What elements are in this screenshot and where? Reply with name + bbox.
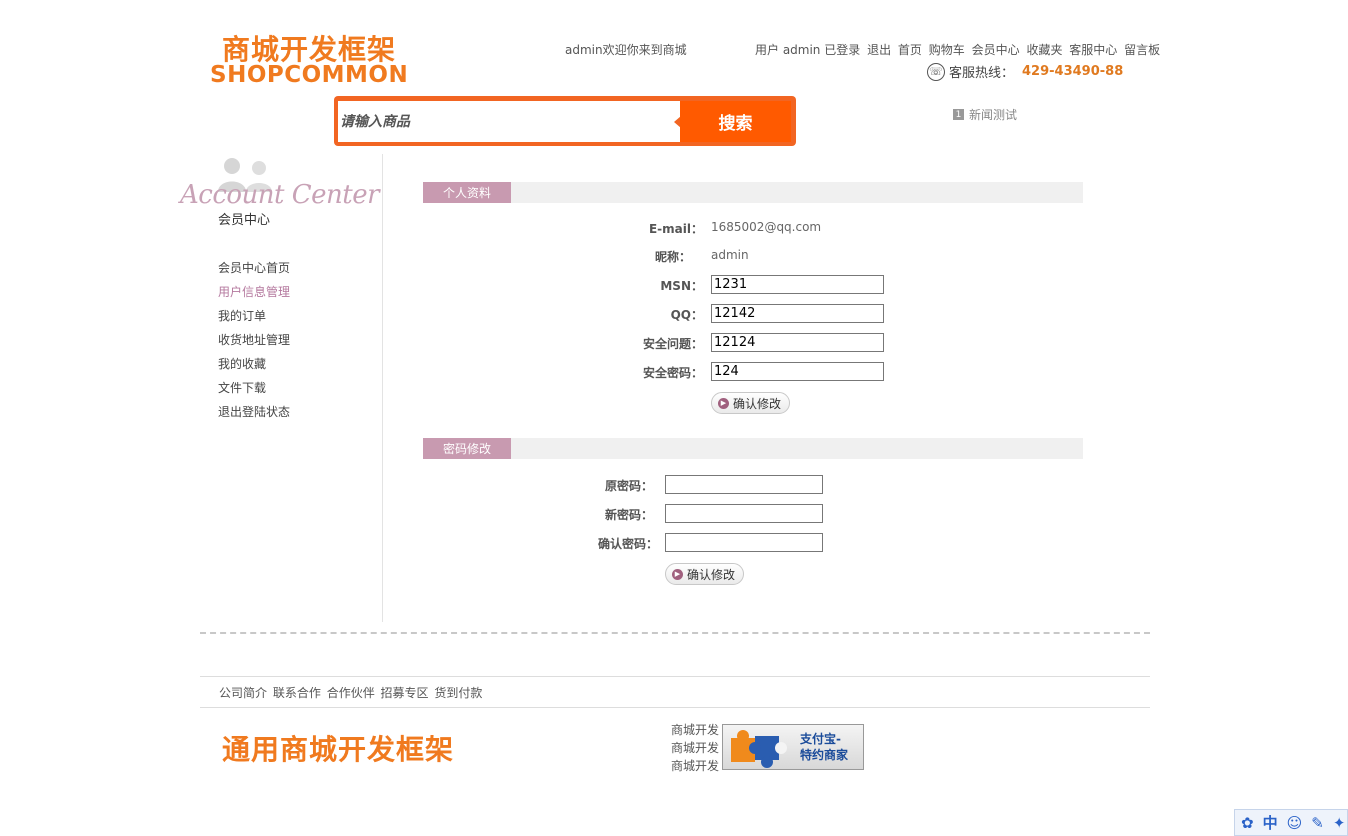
footer-link-partners[interactable]: 合作伙伴: [327, 686, 375, 700]
news-number-badge: 1: [953, 109, 964, 120]
password-submit-label: 确认修改: [687, 567, 736, 582]
qq-label: QQ：: [670, 308, 703, 322]
password-submit-button[interactable]: ▶ 确认修改: [665, 563, 745, 585]
security-question-label: 安全问题：: [642, 337, 703, 351]
sidebar-item-orders[interactable]: 我的订单: [218, 308, 290, 332]
welcome-text: admin欢迎你来到商城: [565, 43, 687, 57]
footer-link-contact[interactable]: 联系合作: [273, 686, 321, 700]
smiley-icon[interactable]: ☺: [1287, 814, 1303, 832]
hotline-number: 429-43490-88: [1022, 64, 1124, 79]
profile-section-bar: [423, 182, 1083, 203]
account-center-title-en: Account Center: [180, 180, 380, 210]
puzzle-icon: [731, 730, 787, 768]
nav-logout[interactable]: 退出: [867, 43, 891, 57]
news-item[interactable]: 1 新闻测试: [953, 106, 1017, 123]
footer-side-line: 商城开发: [671, 741, 720, 755]
footer-divider-top: [200, 676, 1150, 677]
news-text[interactable]: 新闻测试: [969, 106, 1017, 123]
security-answer-input[interactable]: [711, 362, 884, 381]
footer-link-about[interactable]: 公司简介: [219, 686, 267, 700]
nav-favorites[interactable]: 收藏夹: [1026, 43, 1062, 57]
confirm-password-label: 确认密码：: [597, 537, 658, 551]
footer-divider-bottom: [200, 707, 1150, 708]
nav-service-center[interactable]: 客服中心: [1069, 43, 1117, 57]
profile-section-title: 个人资料: [423, 182, 511, 203]
hotline: ☏ 客服热线： 429-43490-88: [927, 62, 1123, 81]
password-section-title: 密码修改: [423, 438, 511, 459]
footer-side-line: 商城开发: [671, 723, 720, 737]
login-status: 用户 admin 已登录: [755, 43, 861, 57]
email-label: E-mail：: [648, 222, 703, 236]
more-icon[interactable]: ✦: [1333, 814, 1346, 832]
old-password-label: 原密码：: [604, 479, 653, 493]
sidebar-item-user-info[interactable]: 用户信息管理: [218, 284, 290, 308]
nav-member-center[interactable]: 会员中心: [972, 43, 1020, 57]
qq-input[interactable]: [711, 304, 884, 323]
password-section-bar: [423, 438, 1083, 459]
nickname-label: 昵称：: [654, 250, 691, 264]
footer-divider-dashed: [200, 632, 1150, 634]
paw-icon[interactable]: ✿: [1241, 814, 1254, 832]
alipay-line1: 支付宝-: [800, 732, 841, 746]
top-nav: 用户 admin 已登录 退出 首页 购物车 会员中心 收藏夹 客服中心 留言板: [755, 41, 1163, 58]
submit-icon: ▶: [718, 397, 729, 409]
ime-toolbar: ✿ 中 ☺ ✎ ✦: [1234, 809, 1348, 836]
footer-side-text: 商城开发 商城开发 商城开发: [671, 721, 719, 775]
sidebar-item-downloads[interactable]: 文件下载: [218, 380, 290, 404]
search-button[interactable]: 搜索: [680, 101, 791, 142]
nav-message-board[interactable]: 留言板: [1124, 43, 1160, 57]
hotline-label: 客服热线：: [949, 66, 1015, 81]
confirm-password-input[interactable]: [665, 533, 823, 552]
footer-side-line: 商城开发: [671, 759, 720, 773]
profile-submit-button[interactable]: ▶ 确认修改: [711, 392, 791, 414]
alipay-text: 支付宝- 特约商家: [800, 731, 848, 763]
nickname-value: admin: [711, 248, 749, 262]
phone-icon: ☏: [927, 62, 945, 81]
site-logo-en[interactable]: SHOPCOMMON: [210, 62, 408, 88]
footer-link-cod[interactable]: 货到付款: [434, 686, 482, 700]
security-question-input[interactable]: [711, 333, 884, 352]
email-value: 1685002@qq.com: [711, 220, 822, 234]
footer-link-recruit[interactable]: 招募专区: [381, 686, 429, 700]
sidebar-item-favorites[interactable]: 我的收藏: [218, 356, 290, 380]
sidebar-item-addresses[interactable]: 收货地址管理: [218, 332, 290, 356]
new-password-label: 新密码：: [604, 508, 653, 522]
sidebar-divider: [382, 154, 383, 622]
nav-home[interactable]: 首页: [898, 43, 922, 57]
ime-language[interactable]: 中: [1263, 812, 1278, 833]
msn-label: MSN：: [660, 279, 703, 293]
submit-icon: ▶: [672, 568, 683, 580]
profile-submit-label: 确认修改: [733, 396, 782, 411]
old-password-input[interactable]: [665, 475, 823, 494]
alipay-line2: 特约商家: [800, 748, 849, 762]
sidebar-item-logout[interactable]: 退出登陆状态: [218, 404, 290, 428]
msn-input[interactable]: [711, 275, 884, 294]
footer-logo: 通用商城开发框架: [222, 733, 455, 766]
sidebar-item-home[interactable]: 会员中心首页: [218, 260, 290, 284]
search-input[interactable]: [338, 101, 680, 142]
new-password-input[interactable]: [665, 504, 823, 523]
sidebar-menu: 会员中心首页 用户信息管理 我的订单 收货地址管理 我的收藏 文件下载 退出登陆…: [218, 260, 290, 428]
account-center-title-cn: 会员中心: [218, 213, 271, 228]
security-answer-label: 安全密码：: [642, 366, 703, 380]
footer-links: 公司简介 联系合作 合作伙伴 招募专区 货到付款: [219, 684, 484, 701]
pen-icon[interactable]: ✎: [1311, 814, 1324, 832]
nav-cart[interactable]: 购物车: [929, 43, 965, 57]
